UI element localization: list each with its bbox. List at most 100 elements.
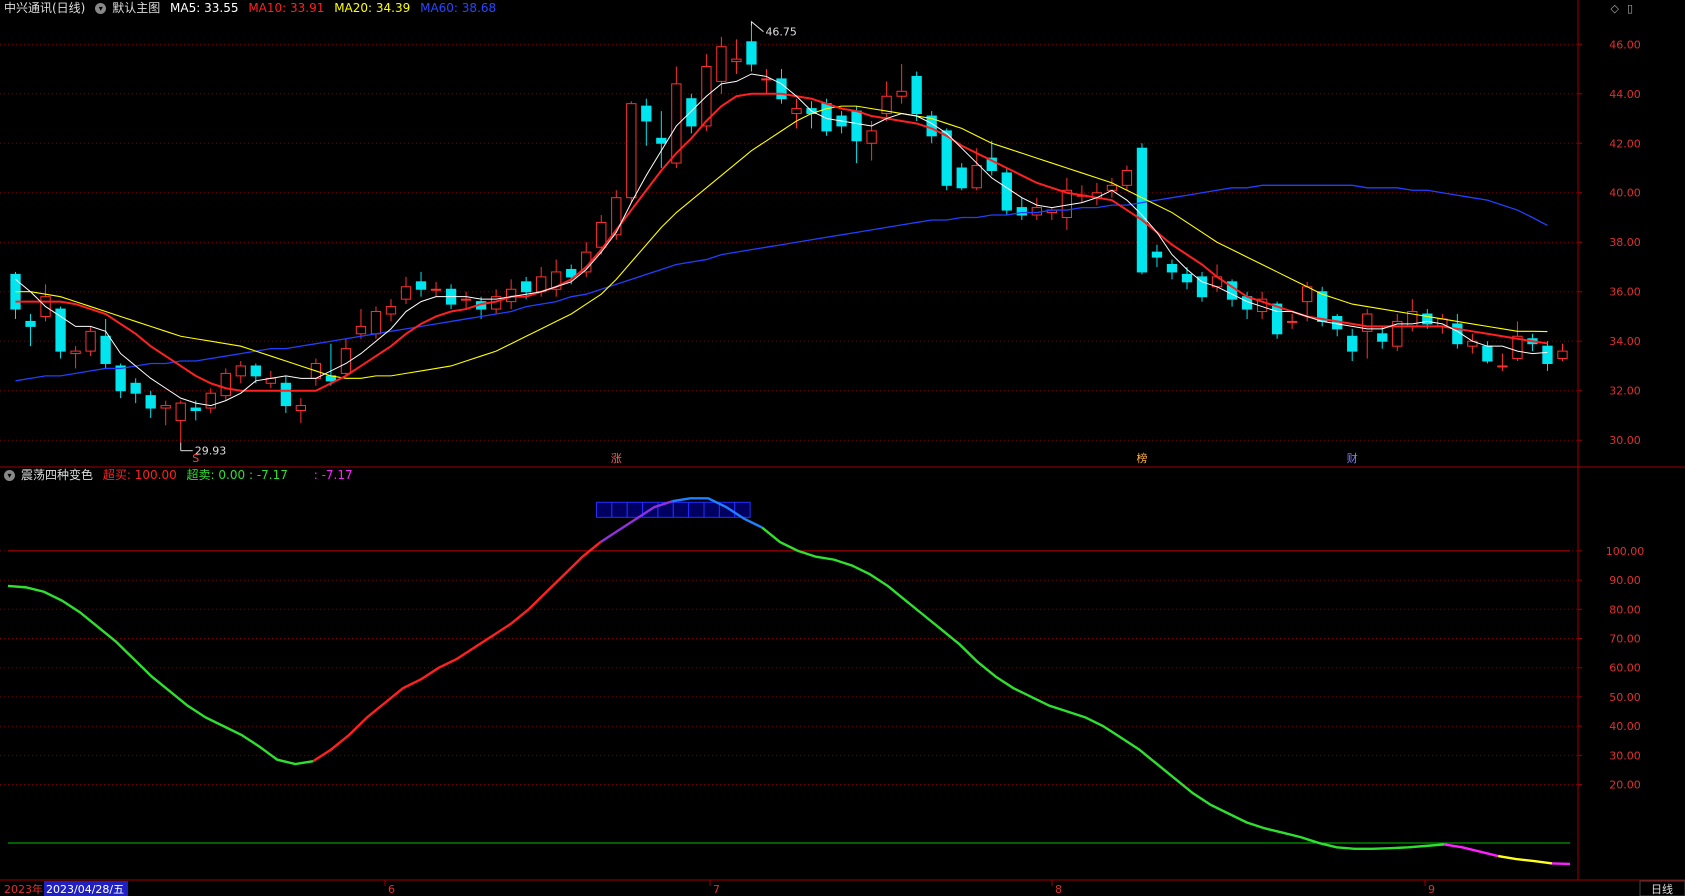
candle: [160, 400, 171, 426]
candle-body: [1136, 147, 1148, 273]
event-marker: 榜: [1136, 451, 1147, 465]
candle: [956, 163, 967, 191]
window-icon[interactable]: ▯: [1627, 2, 1633, 15]
ma10-label: MA10:: [248, 1, 287, 15]
chart-canvas[interactable]: 46.00 44.00 42.00 40.00 38.00 36.00 34.00 32.00…: [0, 0, 1685, 896]
price-tick-label: 38.00: [1609, 236, 1641, 249]
candle-body: [1347, 335, 1358, 352]
candle: [295, 398, 307, 423]
price-tick-label: 32.00: [1609, 385, 1641, 398]
ma10-value: 33.91: [290, 1, 325, 15]
price-tick-label: 44.00: [1609, 88, 1641, 101]
candle-body: [505, 288, 517, 303]
candle: [1166, 259, 1178, 280]
candle: [460, 291, 472, 310]
candle-body: [25, 320, 36, 327]
diamond-icon[interactable]: ◇: [1610, 2, 1618, 15]
candle: [1497, 353, 1508, 371]
candle-body: [956, 167, 967, 189]
cursor-date-label: 2023/04/28/五: [46, 883, 124, 896]
oscillator-line-segment: [1444, 843, 1499, 858]
window-controls: ◇ ▯: [1602, 2, 1633, 15]
candle: [731, 39, 742, 74]
candle: [1001, 168, 1012, 216]
candle-body: [536, 276, 547, 293]
ma5-line: [15, 73, 1548, 407]
ma10-readout: MA10: 33.91: [248, 1, 324, 15]
oscillator-line-segment: [7, 584, 314, 766]
candle-body: [656, 137, 667, 144]
candle: [1482, 341, 1493, 364]
candle-body: [1166, 264, 1178, 273]
candle: [400, 276, 412, 305]
oversold-label: 超卖:: [186, 468, 215, 482]
candle: [25, 314, 36, 347]
candle-body: [1001, 172, 1012, 211]
event-marker: S: [192, 452, 199, 465]
price-tick-label: 30.00: [1609, 434, 1641, 447]
candle: [746, 25, 757, 72]
candle: [1557, 343, 1568, 362]
ma60-value: 38.68: [461, 1, 497, 15]
candle-body: [731, 58, 742, 63]
price-tick-label: 40.00: [1609, 187, 1641, 200]
candle: [881, 81, 892, 121]
ma5-readout: MA5: 33.55: [170, 1, 238, 15]
candle-body: [100, 335, 111, 364]
candle-body: [1497, 365, 1508, 368]
osc-tick-label: 30.00: [1609, 749, 1641, 762]
candle-body: [1557, 350, 1568, 360]
candle: [1542, 341, 1553, 371]
ma20-readout: MA20: 34.39: [334, 1, 410, 15]
ma60-label: MA60:: [420, 1, 458, 15]
candle-body: [686, 98, 697, 127]
candle-body: [1061, 189, 1073, 218]
osc-tick-label: 80.00: [1609, 603, 1641, 616]
candle: [1362, 309, 1373, 359]
indicator-name[interactable]: 震荡四种变色: [21, 468, 93, 482]
candle-body: [235, 365, 246, 377]
candle: [1512, 321, 1523, 362]
candle-body: [1317, 291, 1328, 322]
candle: [1392, 314, 1403, 352]
oscillator-line-segment: [1497, 854, 1553, 865]
candle: [1377, 326, 1388, 349]
candle: [1031, 197, 1042, 220]
main-chart-selector[interactable]: 默认主图: [112, 1, 160, 15]
candle-body: [1286, 320, 1298, 323]
chevron-down-icon[interactable]: ▾: [4, 470, 15, 481]
candle-body: [370, 311, 382, 335]
candle: [415, 271, 427, 297]
period-button[interactable]: 日线: [1651, 882, 1673, 896]
event-marker: 财: [1347, 451, 1358, 465]
candle-body: [1377, 333, 1388, 342]
candle: [220, 368, 231, 401]
overbought-value: 100.00: [134, 468, 177, 482]
candle: [175, 400, 186, 443]
candle: [1136, 143, 1148, 275]
candle: [1061, 177, 1073, 230]
overbought-bar-cell: [611, 501, 628, 518]
indicator-value-2: -7.17: [321, 468, 353, 482]
osc-tick-label: 70.00: [1609, 632, 1641, 645]
candle-body: [415, 281, 427, 290]
candle-body: [175, 402, 186, 421]
high-marker-arrow: [750, 20, 764, 33]
month-label: 9: [1428, 883, 1435, 896]
candle: [235, 361, 246, 384]
candle-body: [1151, 251, 1163, 258]
price-tick-label: 46.00: [1609, 38, 1641, 51]
chevron-down-icon[interactable]: ▾: [95, 3, 107, 14]
candle: [205, 388, 216, 413]
candle-body: [896, 90, 907, 97]
candle: [1091, 182, 1103, 206]
candle: [1286, 314, 1298, 329]
stock-chart-window[interactable]: 46.00 44.00 42.00 40.00 38.00 36.00 34.00 32.00…: [0, 0, 1685, 896]
candle-body: [761, 78, 772, 81]
candle-body: [866, 130, 877, 144]
candle-body: [641, 105, 652, 122]
ma60-line: [15, 184, 1548, 382]
candle-body: [280, 382, 292, 407]
indicator-value-2-prefix: :: [313, 468, 318, 482]
candle-body: [626, 103, 637, 199]
